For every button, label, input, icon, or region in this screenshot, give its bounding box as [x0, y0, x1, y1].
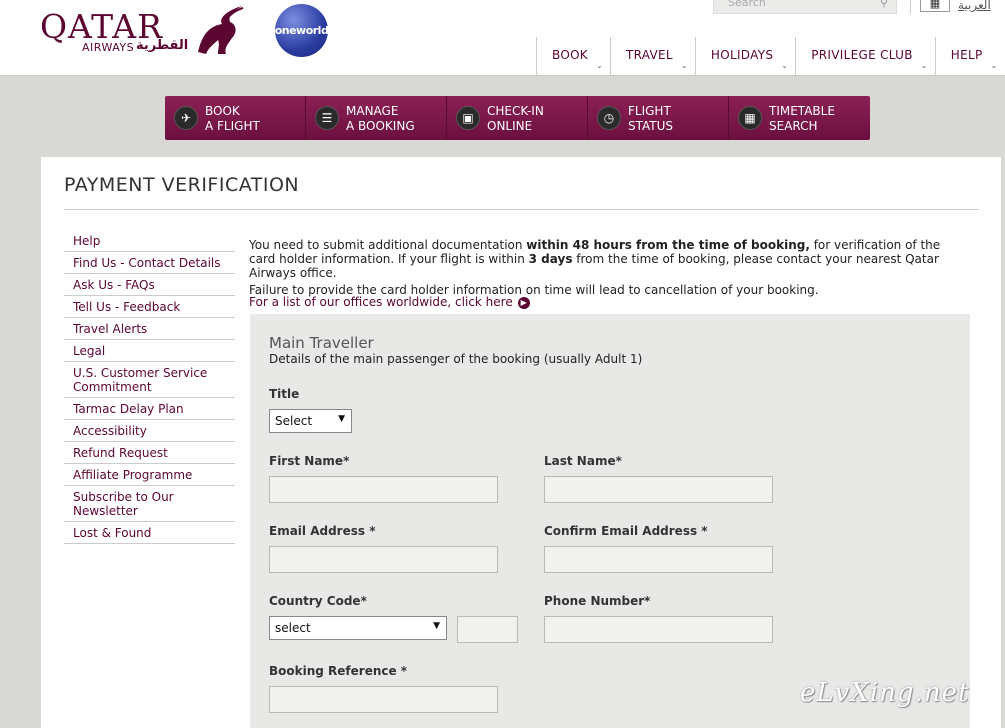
- sidenav-lost-found[interactable]: Lost & Found: [64, 522, 235, 544]
- first-name-input[interactable]: [269, 476, 498, 503]
- quick-links-bar: ✈ BOOK A FLIGHT ☰ MANAGE A BOOKING ▣ CHECK…: [165, 96, 870, 140]
- list-icon: ☰: [315, 106, 339, 130]
- sidenav-refund-request[interactable]: Refund Request: [64, 442, 235, 464]
- first-name-label: First Name*: [269, 454, 350, 468]
- divider: [64, 209, 979, 210]
- chevron-down-icon: ⌄: [990, 61, 998, 70]
- sidenav-help[interactable]: Help: [64, 230, 235, 252]
- title-label: Title: [269, 387, 300, 401]
- main-traveller-form: Main Traveller Details of the main passe…: [250, 314, 970, 728]
- sidenav-faqs[interactable]: Ask Us - FAQs: [64, 274, 235, 296]
- logo-subtitle: AIRWAYS: [82, 41, 135, 54]
- search-icon[interactable]: ⚲: [880, 0, 888, 11]
- sidenav-affiliate[interactable]: Affiliate Programme: [64, 464, 235, 486]
- intro-paragraph: You need to submit additional documentat…: [249, 238, 941, 280]
- quick-timetable-search[interactable]: ▦ TIMETABLE SEARCH: [729, 96, 870, 140]
- booking-reference-label: Booking Reference *: [269, 664, 408, 678]
- divider: [910, 0, 911, 14]
- offices-link[interactable]: For a list of our offices worldwide, cli…: [249, 295, 530, 309]
- plane-icon: ✈: [174, 106, 198, 130]
- email-label: Email Address *: [269, 524, 376, 538]
- chevron-down-icon: ⌄: [595, 61, 603, 70]
- nav-holidays[interactable]: HOLIDAYS ⌄: [694, 37, 795, 76]
- last-name-label: Last Name*: [544, 454, 622, 468]
- side-nav: Help Find Us - Contact Details Ask Us - …: [64, 230, 235, 544]
- section-title: Main Traveller: [269, 334, 374, 352]
- language-link[interactable]: العربية: [958, 0, 991, 12]
- clock-icon: ◷: [597, 106, 621, 130]
- site-header: QATAR AIRWAYS القطرية oneworld Search ⚲ …: [0, 0, 1005, 76]
- search-input[interactable]: Search ⚲: [713, 0, 897, 14]
- quick-flight-status[interactable]: ◷ FLIGHT STATUS: [588, 96, 729, 140]
- oryx-icon: [198, 6, 244, 54]
- chevron-down-icon: ⌄: [920, 61, 928, 70]
- qatar-airways-logo[interactable]: QATAR AIRWAYS القطرية: [40, 4, 245, 56]
- main-nav: BOOK ⌄ TRAVEL ⌄ HOLIDAYS ⌄ PRIVILEGE CLUB ⌄ …: [536, 37, 1005, 76]
- country-code-select[interactable]: select ▼: [269, 616, 447, 640]
- content-area: PAYMENT VERIFICATION Help Find Us - Cont…: [41, 157, 1001, 728]
- page-title: PAYMENT VERIFICATION: [64, 174, 300, 196]
- last-name-input[interactable]: [544, 476, 773, 503]
- sidenav-us-customer-service[interactable]: U.S. Customer Service Commitment: [64, 362, 235, 398]
- nav-travel[interactable]: TRAVEL ⌄: [609, 37, 695, 76]
- nav-help[interactable]: HELP ⌄: [934, 37, 1005, 76]
- sidenav-feedback[interactable]: Tell Us - Feedback: [64, 296, 235, 318]
- oneworld-logo[interactable]: oneworld: [275, 4, 329, 57]
- title-select[interactable]: Select ▼: [269, 409, 352, 433]
- quick-check-in[interactable]: ▣ CHECK-IN ONLINE: [447, 96, 588, 140]
- quick-book-flight[interactable]: ✈ BOOK A FLIGHT: [165, 96, 306, 140]
- country-code-label: Country Code*: [269, 594, 367, 608]
- quick-manage-booking[interactable]: ☰ MANAGE A BOOKING: [306, 96, 447, 140]
- nav-privilege-club[interactable]: PRIVILEGE CLUB ⌄: [795, 37, 935, 76]
- globe-icon[interactable]: ▦: [920, 0, 950, 12]
- logo-arabic: القطرية: [136, 38, 189, 53]
- dropdown-arrow-icon: ▼: [338, 414, 345, 424]
- confirm-email-label: Confirm Email Address *: [544, 524, 708, 538]
- phone-input[interactable]: [544, 616, 773, 643]
- calendar-icon: ▦: [738, 106, 762, 130]
- sidenav-legal[interactable]: Legal: [64, 340, 235, 362]
- sidenav-accessibility[interactable]: Accessibility: [64, 420, 235, 442]
- luggage-icon: ▣: [456, 106, 480, 130]
- section-description: Details of the main passenger of the boo…: [269, 352, 643, 366]
- phone-label: Phone Number*: [544, 594, 651, 608]
- email-input[interactable]: [269, 546, 498, 573]
- dropdown-arrow-icon: ▼: [433, 621, 440, 631]
- chevron-down-icon: ⌄: [781, 61, 789, 70]
- booking-reference-input[interactable]: [269, 686, 498, 713]
- confirm-email-input[interactable]: [544, 546, 773, 573]
- arrow-right-icon: ▶: [517, 296, 530, 309]
- sidenav-tarmac-delay[interactable]: Tarmac Delay Plan: [64, 398, 235, 420]
- watermark: eLvXing.net: [800, 678, 970, 708]
- chevron-down-icon: ⌄: [680, 61, 688, 70]
- nav-book[interactable]: BOOK ⌄: [536, 37, 610, 76]
- sidenav-travel-alerts[interactable]: Travel Alerts: [64, 318, 235, 340]
- sidenav-newsletter[interactable]: Subscribe to Our Newsletter: [64, 486, 235, 522]
- intro-text: You need to submit additional documentat…: [249, 238, 969, 297]
- sidenav-find-us[interactable]: Find Us - Contact Details: [64, 252, 235, 274]
- area-code-input[interactable]: [457, 616, 518, 643]
- search-placeholder: Search: [728, 0, 766, 9]
